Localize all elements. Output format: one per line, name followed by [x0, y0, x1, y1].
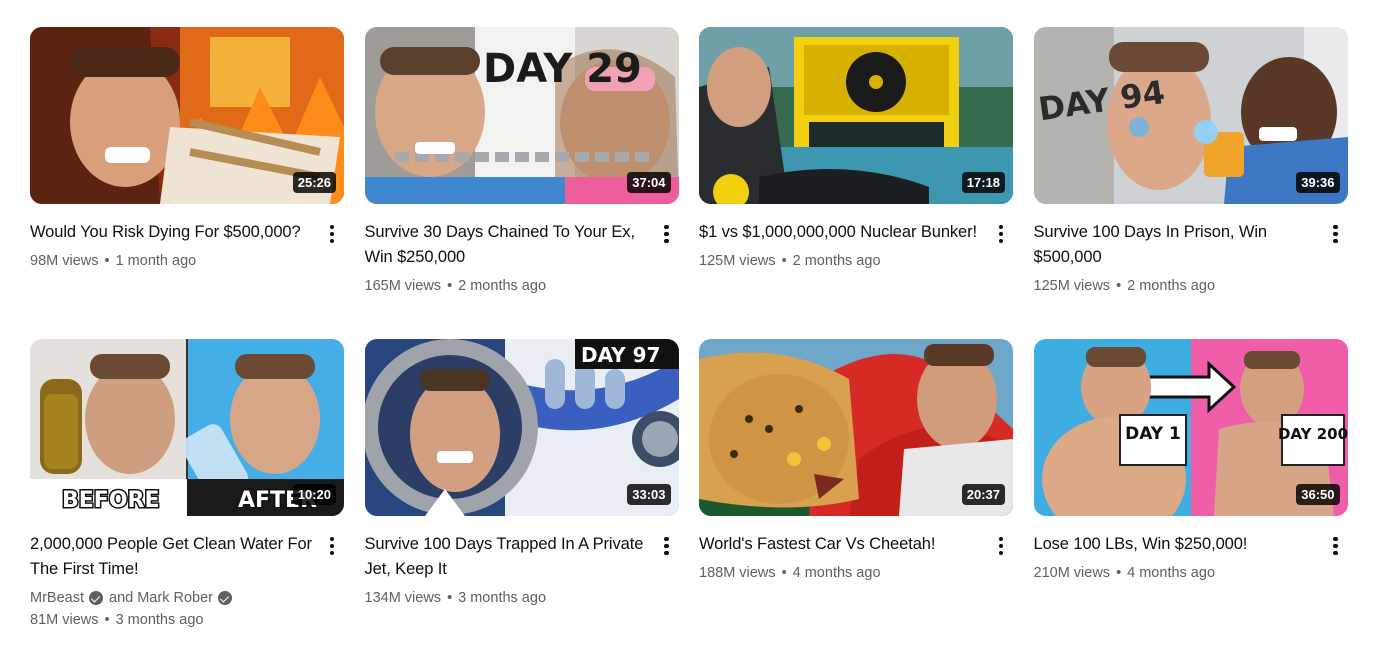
video-card[interactable]: 20:37 World's Fastest Car Vs Cheetah! 18… [699, 339, 1013, 649]
more-actions-icon[interactable] [320, 534, 344, 558]
video-duration: 39:36 [1296, 172, 1340, 193]
separator-dot: • [447, 278, 453, 294]
video-thumbnail[interactable]: 25:26 [30, 27, 344, 204]
video-grid: 25:26 Would You Risk Dying For $500,000?… [30, 27, 1348, 649]
view-count: 98M views [30, 253, 99, 269]
separator-dot: • [1116, 278, 1122, 294]
video-title[interactable]: 2,000,000 People Get Clean Water For The… [30, 532, 314, 582]
video-title[interactable]: Would You Risk Dying For $500,000? [30, 220, 314, 245]
video-stats: 81M views • 3 months ago [30, 609, 314, 631]
upload-age: 1 month ago [115, 253, 197, 269]
video-card[interactable]: DAY 94 39:36 Survive 100 Days In Prison,… [1033, 27, 1348, 339]
video-duration: 33:03 [627, 484, 671, 505]
video-stats: 98M views • 1 month ago [30, 250, 314, 272]
more-actions-icon[interactable] [655, 222, 679, 246]
video-card[interactable]: 17:18 $1 vs $1,000,000,000 Nuclear Bunke… [699, 27, 1013, 339]
more-actions-icon[interactable] [989, 534, 1013, 558]
video-title[interactable]: Survive 100 Days Trapped In A Private Je… [365, 532, 649, 582]
thumbnail-end-label: DAY 200 [1277, 425, 1347, 443]
upload-age: 2 months ago [1127, 278, 1216, 294]
video-stats: 134M views • 3 months ago [365, 587, 649, 609]
video-details: $1 vs $1,000,000,000 Nuclear Bunker! 125… [699, 204, 1013, 272]
video-thumbnail[interactable]: BEFORE AFTER 10:20 [30, 339, 344, 516]
video-details: Survive 100 Days Trapped In A Private Je… [365, 516, 679, 609]
separator-dot: • [447, 590, 453, 606]
more-actions-icon[interactable] [989, 222, 1013, 246]
view-count: 125M views [699, 253, 776, 269]
collab-channel-name[interactable]: and Mark Rober [109, 587, 213, 609]
more-actions-icon[interactable] [1324, 222, 1348, 246]
video-thumbnail[interactable]: 17:18 [699, 27, 1013, 204]
video-thumbnail[interactable]: DAY 1 DAY 200 36:50 [1033, 339, 1348, 516]
verified-badge-icon [89, 591, 103, 605]
thumbnail-day-label: DAY 29 [483, 46, 642, 92]
video-stats: 188M views • 4 months ago [699, 562, 983, 584]
video-card[interactable]: DAY 97 33:03 Survive 100 Days Trapped In… [364, 339, 679, 649]
channel-name[interactable]: MrBeast [30, 587, 84, 609]
video-card[interactable]: DAY 29 37:04 Survive 30 Days Chained To … [364, 27, 679, 339]
view-count: 188M views [699, 565, 776, 581]
video-card[interactable]: BEFORE AFTER 10:20 2,000,000 People Get … [30, 339, 344, 649]
thumbnail-day-label: DAY 97 [581, 343, 660, 367]
view-count: 165M views [364, 278, 442, 294]
video-details: Survive 100 Days In Prison, Win $500,000… [1034, 204, 1348, 297]
video-duration: 36:50 [1296, 484, 1340, 505]
video-duration: 20:37 [961, 484, 1005, 505]
video-thumbnail[interactable]: DAY 94 39:36 [1033, 27, 1348, 204]
video-card[interactable]: 25:26 Would You Risk Dying For $500,000?… [30, 27, 344, 339]
video-details: World's Fastest Car Vs Cheetah! 188M vie… [699, 516, 1013, 584]
video-stats: 125M views • 2 months ago [1034, 275, 1318, 297]
view-count: 81M views [30, 612, 99, 628]
view-count: 134M views [364, 590, 442, 606]
view-count: 210M views [1033, 565, 1111, 581]
thumbnail-start-label: DAY 1 [1125, 424, 1181, 444]
video-details: 2,000,000 People Get Clean Water For The… [30, 516, 344, 631]
upload-age: 2 months ago [792, 253, 881, 269]
channel-names: MrBeast and Mark Rober [30, 587, 314, 609]
thumbnail-before-label: BEFORE [62, 488, 160, 513]
video-details: Survive 30 Days Chained To Your Ex, Win … [365, 204, 679, 297]
video-duration: 25:26 [292, 172, 336, 193]
more-actions-icon[interactable] [1324, 534, 1348, 558]
separator-dot: • [781, 565, 787, 581]
video-stats: 125M views • 2 months ago [699, 250, 983, 272]
video-title[interactable]: Lose 100 LBs, Win $250,000! [1034, 532, 1318, 557]
more-actions-icon[interactable] [655, 534, 679, 558]
more-actions-icon[interactable] [320, 222, 344, 246]
video-thumbnail[interactable]: DAY 29 37:04 [364, 27, 679, 204]
upload-age: 4 months ago [1127, 565, 1216, 581]
separator-dot: • [781, 253, 787, 269]
upload-age: 4 months ago [792, 565, 881, 581]
upload-age: 2 months ago [458, 278, 547, 294]
video-duration: 37:04 [627, 172, 671, 193]
video-title[interactable]: Survive 100 Days In Prison, Win $500,000 [1034, 220, 1318, 270]
video-stats: 165M views • 2 months ago [365, 275, 649, 297]
video-title[interactable]: $1 vs $1,000,000,000 Nuclear Bunker! [699, 220, 983, 245]
video-title[interactable]: Survive 30 Days Chained To Your Ex, Win … [365, 220, 649, 270]
video-thumbnail[interactable]: 20:37 [699, 339, 1013, 516]
video-card[interactable]: DAY 1 DAY 200 36:50 Lose 100 LBs, Win $2… [1033, 339, 1348, 649]
upload-age: 3 months ago [115, 612, 204, 628]
upload-age: 3 months ago [458, 590, 547, 606]
video-duration: 17:18 [961, 172, 1005, 193]
video-thumbnail[interactable]: DAY 97 33:03 [364, 339, 679, 516]
view-count: 125M views [1033, 278, 1111, 294]
verified-badge-icon [217, 591, 232, 605]
video-duration: 10:20 [292, 484, 336, 505]
separator-dot: • [104, 612, 110, 628]
video-title[interactable]: World's Fastest Car Vs Cheetah! [699, 532, 983, 557]
video-stats: 210M views • 4 months ago [1034, 562, 1318, 584]
video-details: Lose 100 LBs, Win $250,000! 210M views • 4… [1034, 516, 1348, 584]
separator-dot: • [1116, 565, 1122, 581]
video-details: Would You Risk Dying For $500,000? 98M v… [30, 204, 344, 272]
separator-dot: • [104, 253, 110, 269]
